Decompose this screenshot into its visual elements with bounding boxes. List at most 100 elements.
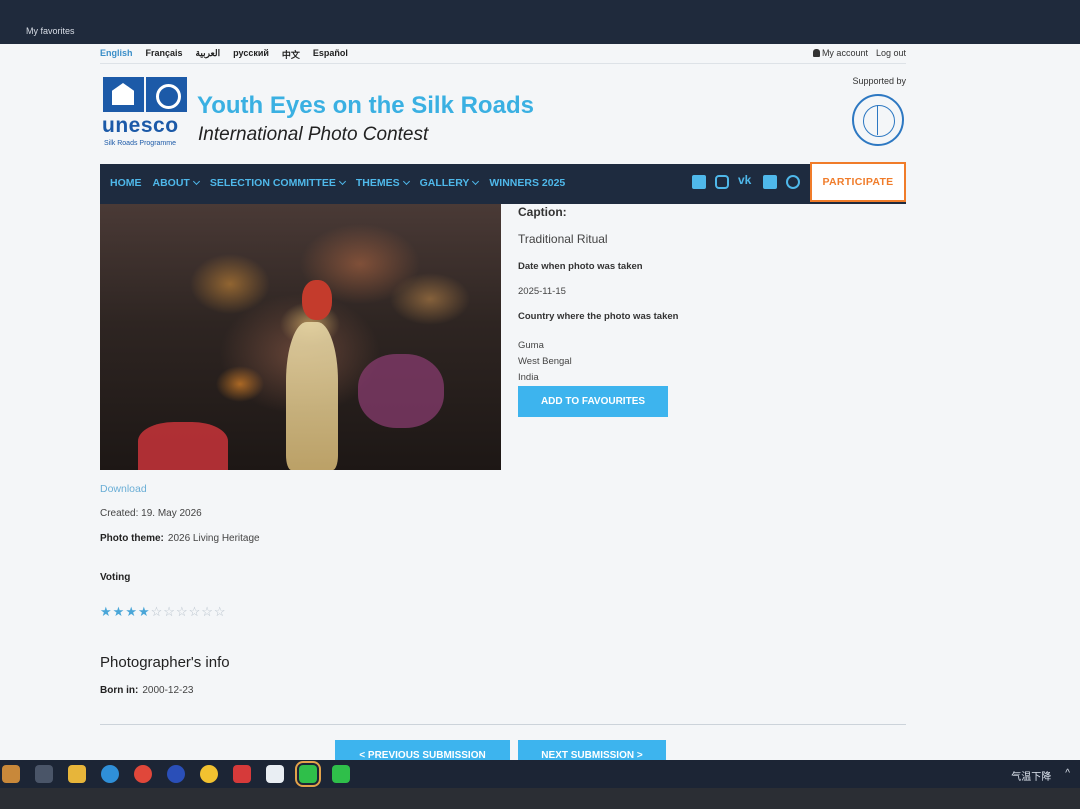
- nav-home[interactable]: HOME: [110, 177, 142, 189]
- edge-icon[interactable]: [101, 765, 119, 783]
- social-links: [692, 173, 800, 189]
- location-line: Guma: [518, 340, 544, 351]
- add-to-favourites-button[interactable]: ADD TO FAVOURITES: [518, 386, 668, 417]
- app-icon[interactable]: [167, 765, 185, 783]
- weather-widget[interactable]: 气温下降: [1011, 768, 1051, 783]
- app-icon[interactable]: [200, 765, 218, 783]
- weibo-icon[interactable]: [786, 175, 800, 189]
- location-value: Guma West Bengal India: [518, 338, 572, 386]
- chevron-down-icon: [338, 177, 346, 186]
- nav-selection-committee[interactable]: SELECTION COMMITTEE: [209, 177, 346, 189]
- caption-value: Traditional Ritual: [518, 232, 608, 246]
- rating-star[interactable]: ★: [138, 605, 150, 619]
- rating-star[interactable]: ☆: [176, 605, 188, 619]
- logout-link[interactable]: Log out: [876, 48, 906, 58]
- rating-star[interactable]: ☆: [163, 605, 175, 619]
- vk-icon[interactable]: [738, 173, 754, 189]
- facebook-icon[interactable]: [692, 175, 706, 189]
- nav-about-label: ABOUT: [152, 177, 190, 189]
- site-header: unesco Silk Roads Programme Youth Eyes o…: [100, 74, 906, 159]
- rating-star[interactable]: ★: [125, 605, 137, 619]
- photo-detail: [358, 354, 444, 428]
- unesco-wordmark: unesco: [102, 114, 179, 137]
- twitter-icon[interactable]: [763, 175, 777, 189]
- rating-star[interactable]: ☆: [151, 605, 163, 619]
- supported-by-label: Supported by: [852, 76, 906, 86]
- favorites-link[interactable]: My favorites: [26, 26, 75, 36]
- photo-theme-label: Photo theme:: [100, 533, 164, 544]
- os-taskbar: 气温下降 ^: [0, 760, 1080, 788]
- photo-theme-value: 2026 Living Heritage: [167, 533, 260, 544]
- rating-stars[interactable]: ★ ★ ★ ★ ☆ ☆ ☆ ☆ ☆ ☆: [100, 605, 226, 619]
- previous-submission-button[interactable]: < PREVIOUS SUBMISSION: [335, 740, 510, 760]
- taskbar-icons: [0, 760, 350, 788]
- born-label: Born in:: [100, 685, 139, 696]
- site-title[interactable]: Youth Eyes on the Silk Roads: [197, 92, 534, 120]
- location-line: India: [518, 372, 539, 383]
- chevron-down-icon: [402, 177, 410, 186]
- next-submission-button[interactable]: NEXT SUBMISSION >: [518, 740, 666, 760]
- my-account-link[interactable]: My account: [812, 48, 868, 58]
- nav-winners-label: WINNERS 2025: [489, 177, 566, 189]
- sponsor-logo-icon[interactable]: [852, 94, 904, 146]
- lang-russian[interactable]: русский: [233, 48, 269, 61]
- browser-bar: My favorites: [0, 0, 1080, 44]
- rating-star[interactable]: ★: [113, 605, 125, 619]
- account-links: My account Log out: [812, 48, 906, 58]
- site-subtitle: International Photo Contest: [198, 124, 429, 145]
- rating-star[interactable]: ☆: [214, 605, 226, 619]
- task-view-icon[interactable]: [35, 765, 53, 783]
- photo-detail: [138, 422, 228, 470]
- lang-arabic[interactable]: العربية: [196, 48, 221, 61]
- silk-roads-emblem-icon: [146, 77, 187, 112]
- rating-star[interactable]: ★: [100, 605, 112, 619]
- voting-label: Voting: [100, 572, 131, 583]
- photo-detail: [302, 280, 332, 320]
- system-tray: 气温下降 ^: [1011, 768, 1070, 783]
- photo-detail: [286, 322, 338, 470]
- lang-french[interactable]: Français: [146, 48, 183, 61]
- chevron-down-icon: [192, 177, 200, 186]
- photographer-info-heading: Photographer's info: [100, 654, 230, 671]
- instagram-icon[interactable]: [715, 175, 729, 189]
- language-bar: English Français العربية русский 中文 Espa…: [100, 46, 906, 64]
- temple-icon: [103, 77, 144, 112]
- date-label: Date when photo was taken: [518, 261, 643, 272]
- download-link[interactable]: Download: [100, 483, 147, 495]
- wechat-icon[interactable]: [295, 761, 321, 787]
- user-icon: [812, 49, 820, 57]
- submission-photo[interactable]: [100, 204, 501, 470]
- rating-star[interactable]: ☆: [189, 605, 201, 619]
- participate-button[interactable]: PARTICIPATE: [810, 162, 906, 202]
- created-date: Created: 19. May 2026: [100, 508, 202, 519]
- nav-items: HOME ABOUT SELECTION COMMITTEE THEMES GA…: [110, 177, 565, 189]
- my-account-label: My account: [821, 48, 868, 58]
- app-icon[interactable]: [266, 765, 284, 783]
- nav-committee-label: SELECTION COMMITTEE: [209, 177, 336, 189]
- lang-english[interactable]: English: [100, 48, 133, 61]
- nav-themes-label: THEMES: [355, 177, 400, 189]
- lang-spanish[interactable]: Español: [313, 48, 348, 61]
- chrome-icon[interactable]: [134, 765, 152, 783]
- nav-themes[interactable]: THEMES: [355, 177, 410, 189]
- web-page: English Français العربية русский 中文 Espa…: [0, 44, 1080, 760]
- wps-icon[interactable]: [233, 765, 251, 783]
- born-value: 2000-12-23: [142, 685, 194, 696]
- nav-about[interactable]: ABOUT: [152, 177, 200, 189]
- cat-widget-icon[interactable]: [2, 765, 20, 783]
- born-info: Born in: 2000-12-23: [100, 685, 193, 696]
- chevron-down-icon: [472, 177, 480, 186]
- location-line: West Bengal: [518, 356, 572, 367]
- language-list: English Français العربية русский 中文 Espa…: [100, 48, 348, 61]
- lang-chinese[interactable]: 中文: [282, 48, 300, 61]
- file-explorer-icon[interactable]: [68, 765, 86, 783]
- messages-icon[interactable]: [332, 765, 350, 783]
- unesco-logo[interactable]: [103, 77, 187, 112]
- unesco-programme-label: Silk Roads Programme: [104, 140, 176, 147]
- chevron-up-icon[interactable]: ^: [1065, 768, 1070, 783]
- nav-home-label: HOME: [110, 177, 142, 189]
- rating-star[interactable]: ☆: [201, 605, 213, 619]
- divider: [100, 63, 906, 64]
- nav-gallery[interactable]: GALLERY: [420, 177, 480, 189]
- nav-winners[interactable]: WINNERS 2025: [489, 177, 565, 189]
